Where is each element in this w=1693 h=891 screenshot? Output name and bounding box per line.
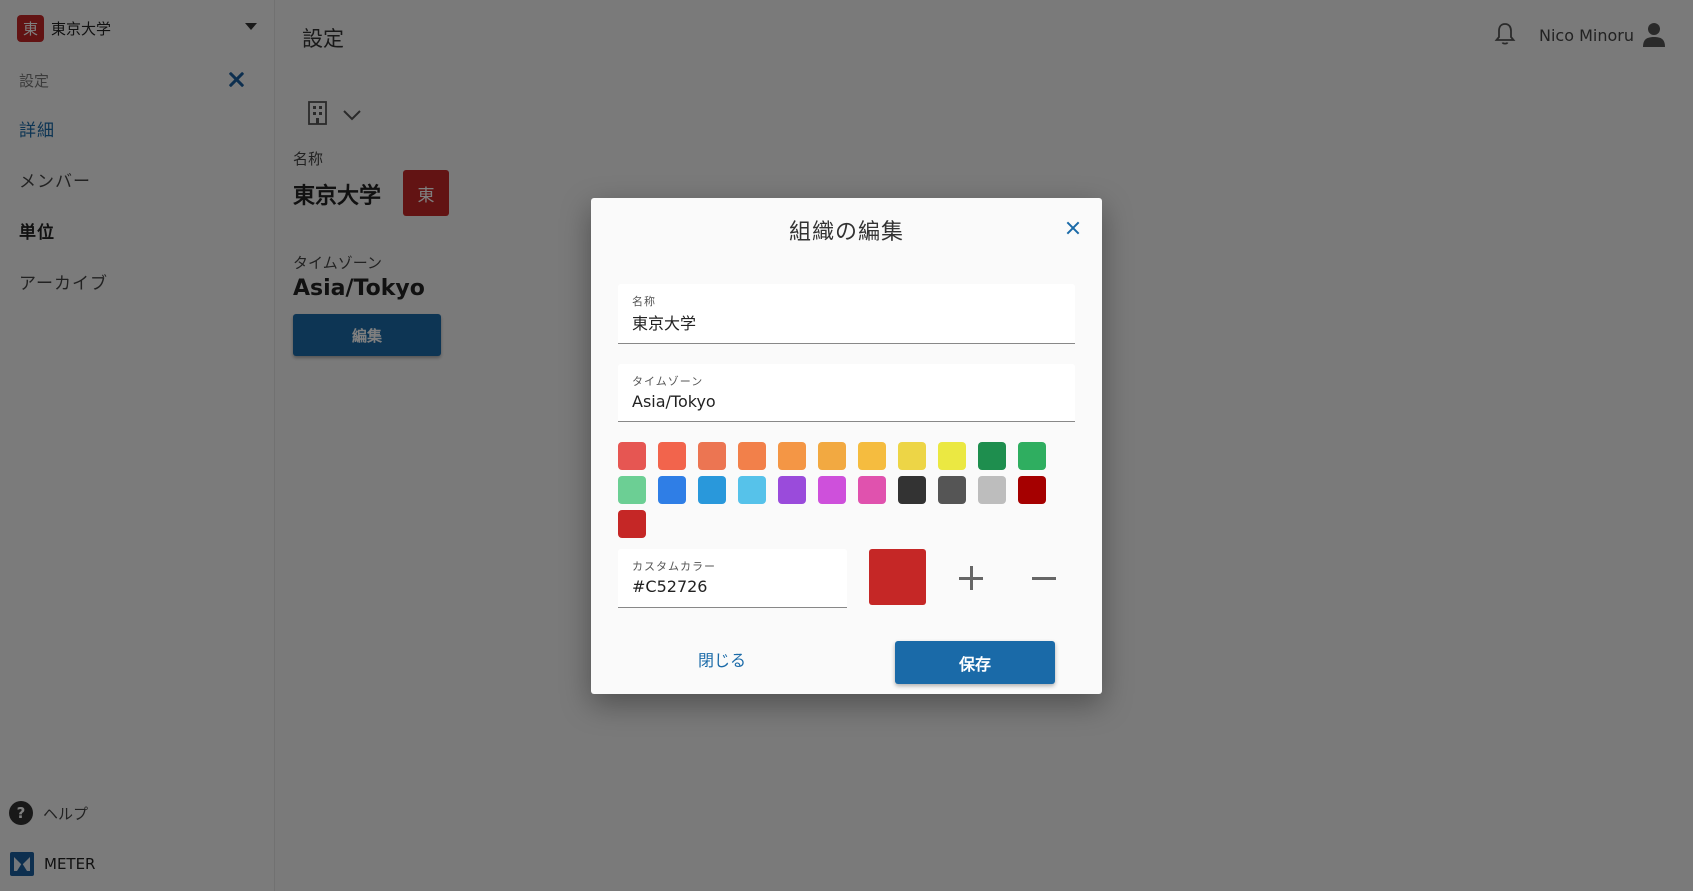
color-swatch[interactable] — [978, 442, 1006, 470]
color-swatch[interactable] — [778, 442, 806, 470]
custom-color-label: カスタムカラー — [632, 560, 716, 573]
color-swatch[interactable] — [698, 442, 726, 470]
color-swatch[interactable] — [938, 476, 966, 504]
color-swatch[interactable] — [658, 476, 686, 504]
color-swatch[interactable] — [778, 476, 806, 504]
timezone-field-label: タイムゾーン — [632, 375, 704, 388]
save-button[interactable]: 保存 — [895, 641, 1055, 684]
plus-icon[interactable] — [959, 566, 983, 590]
color-swatch[interactable] — [1018, 476, 1046, 504]
color-swatch[interactable] — [618, 442, 646, 470]
color-swatch[interactable] — [898, 442, 926, 470]
name-field-label: 名称 — [632, 295, 656, 308]
color-swatch[interactable] — [978, 476, 1006, 504]
timezone-input[interactable] — [632, 392, 1044, 411]
color-swatch[interactable] — [858, 442, 886, 470]
name-field[interactable]: 名称 — [618, 284, 1075, 344]
color-swatch[interactable] — [618, 510, 646, 538]
color-swatch[interactable] — [618, 476, 646, 504]
custom-color-input[interactable] — [632, 577, 839, 596]
color-swatch[interactable] — [898, 476, 926, 504]
minus-icon[interactable] — [1032, 566, 1056, 590]
color-swatch[interactable] — [858, 476, 886, 504]
edit-organization-dialog: 組織の編集 名称 タイムゾーン カスタムカラー 閉じる 保存 — [591, 198, 1102, 694]
close-button[interactable]: 閉じる — [686, 640, 758, 678]
close-icon[interactable] — [1065, 220, 1081, 236]
timezone-field[interactable]: タイムゾーン — [618, 364, 1075, 422]
color-swatch[interactable] — [818, 442, 846, 470]
custom-color-field[interactable]: カスタムカラー — [618, 549, 847, 608]
color-swatch[interactable] — [658, 442, 686, 470]
color-swatch[interactable] — [738, 476, 766, 504]
color-swatch[interactable] — [698, 476, 726, 504]
color-swatch[interactable] — [738, 442, 766, 470]
dialog-title: 組織の編集 — [788, 220, 904, 245]
color-swatch[interactable] — [1018, 442, 1046, 470]
color-preview — [869, 549, 926, 605]
color-swatch[interactable] — [818, 476, 846, 504]
color-swatch[interactable] — [938, 442, 966, 470]
name-input[interactable] — [632, 312, 1044, 331]
